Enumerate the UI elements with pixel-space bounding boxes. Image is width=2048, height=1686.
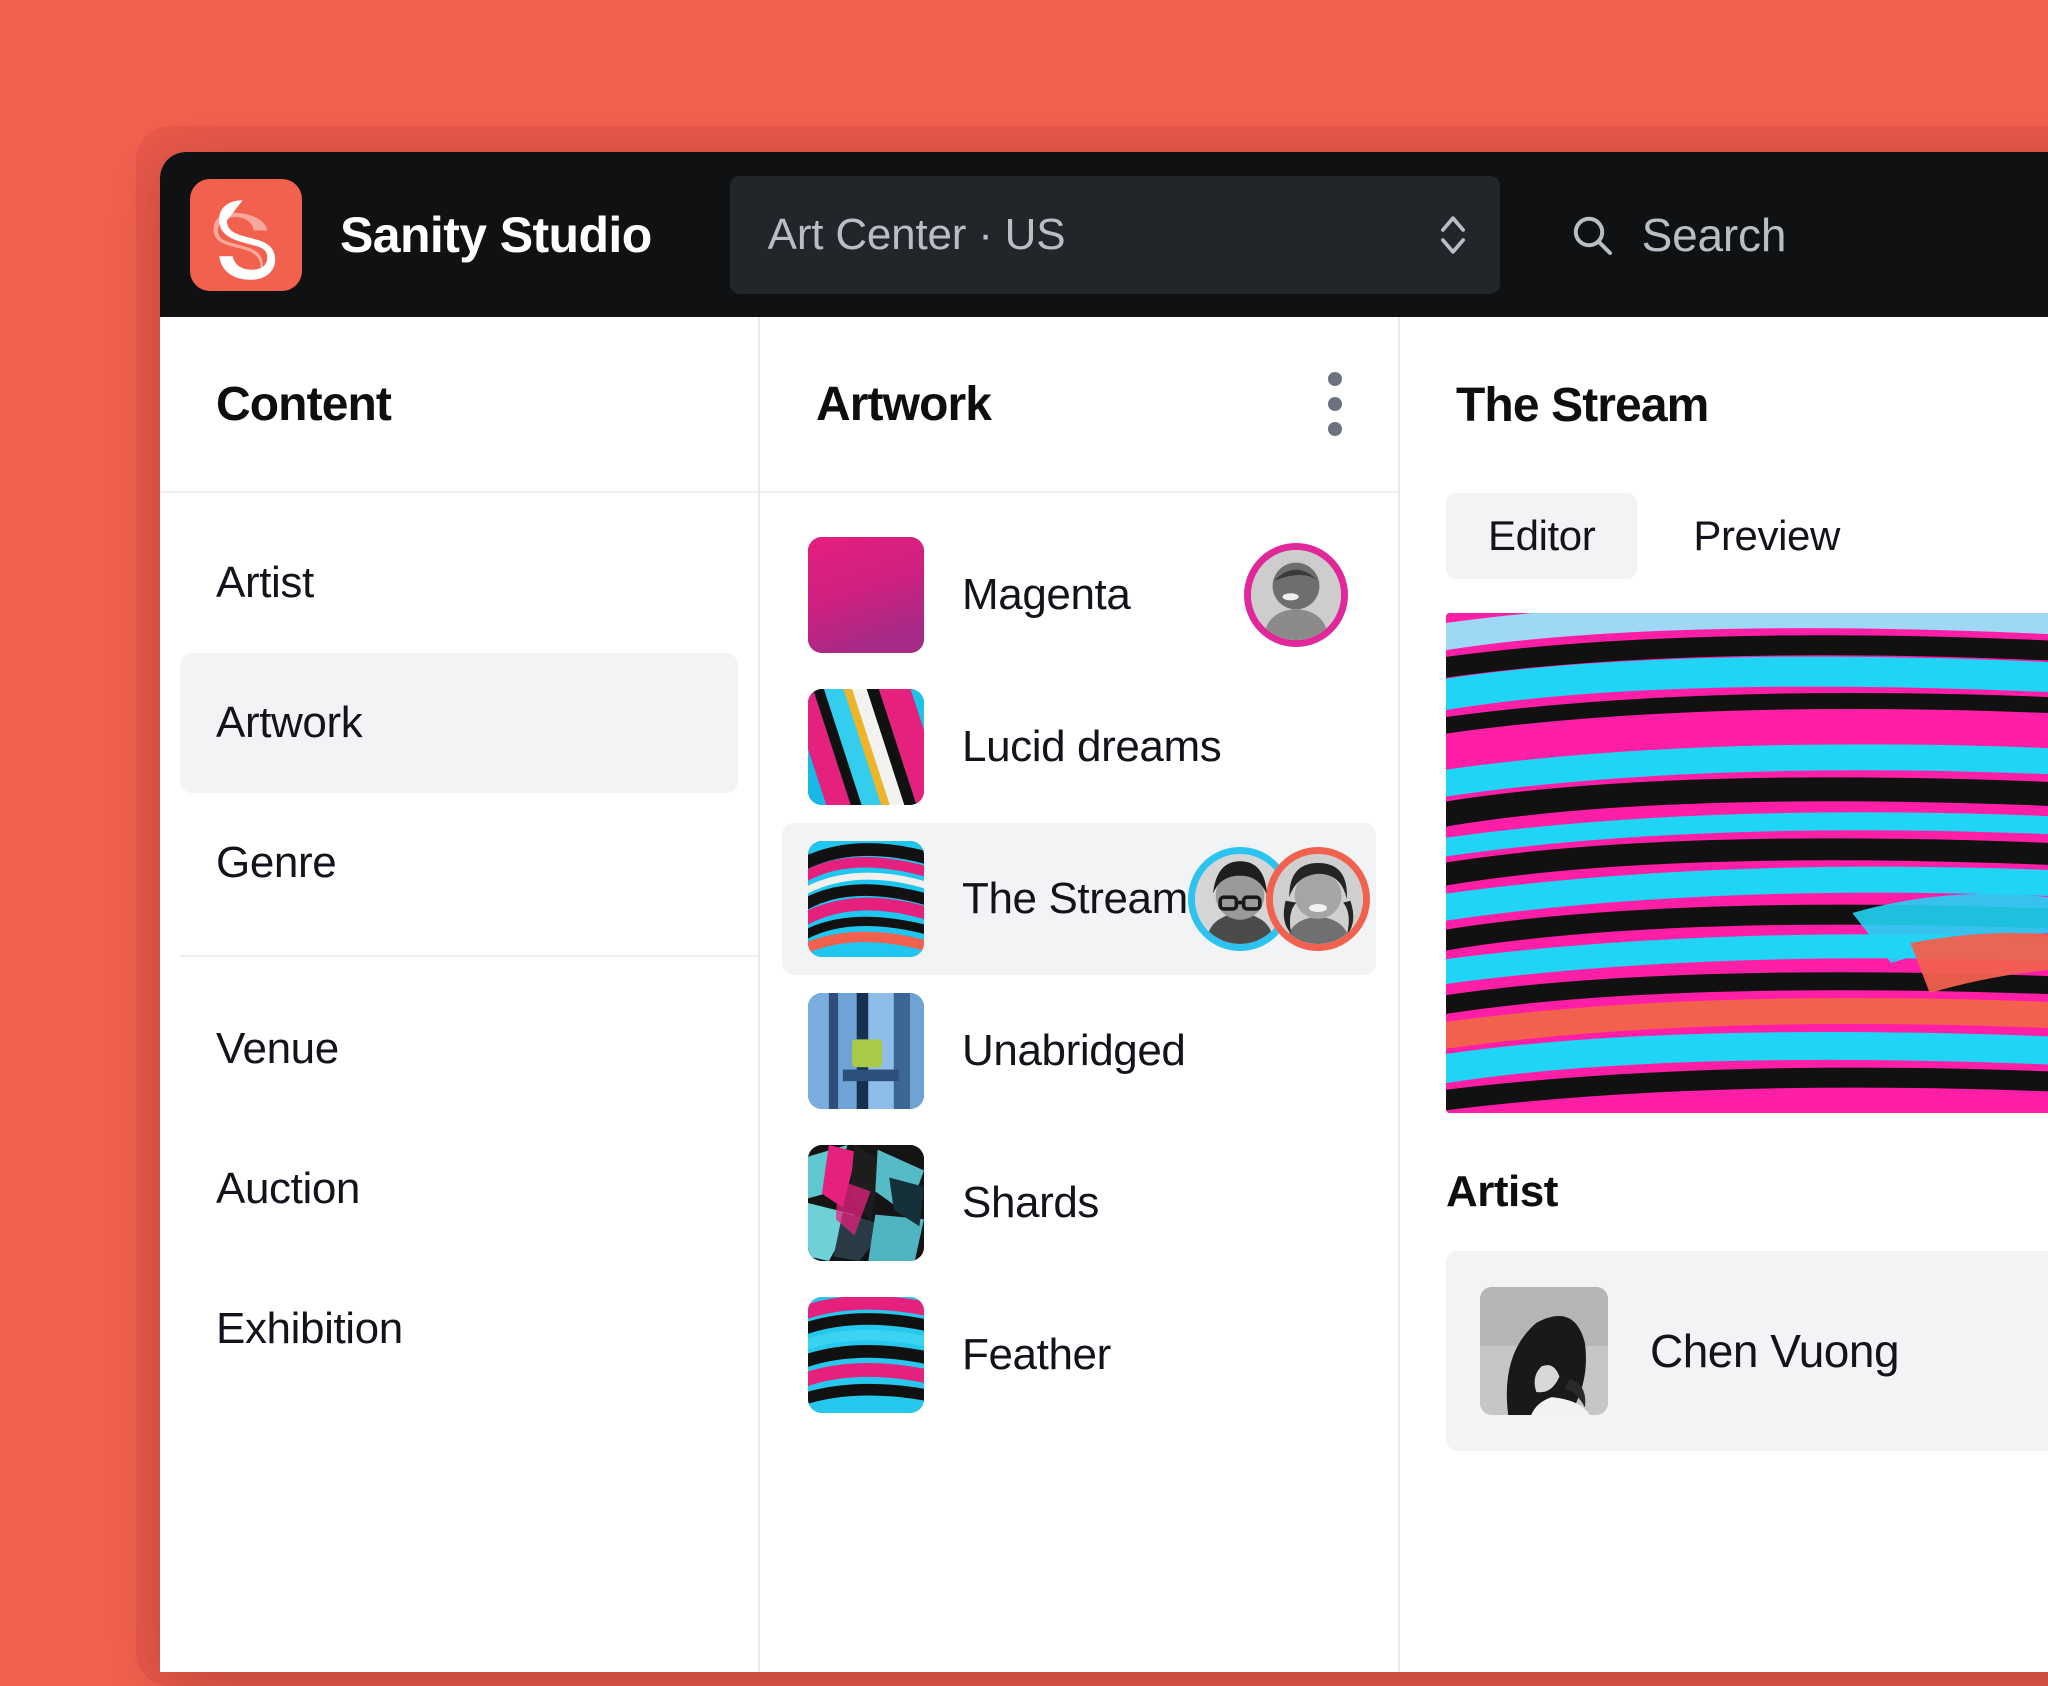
sidebar-item-label: Auction [216,1164,360,1214]
tab-label: Editor [1488,512,1595,560]
artist-name: Chen Vuong [1650,1324,1899,1378]
global-search[interactable]: Search [1568,208,2048,262]
page-backdrop: Sanity Studio Art Center · US Search [0,0,2048,1539]
content-pane-title: Content [216,377,702,432]
list-item[interactable]: The Stream [782,823,1376,975]
artwork-list: Magenta [760,493,1398,1431]
sidebar-item-artist[interactable]: Artist [180,513,738,653]
sidebar-item-label: Genre [216,838,336,888]
artist-reference-card[interactable]: Chen Vuong [1446,1251,2048,1451]
sidebar-item-venue[interactable]: Venue [180,979,738,1119]
artwork-title: Unabridged [962,1026,1348,1076]
collaborator-avatars [1244,543,1348,647]
artwork-thumbnail [808,841,924,957]
document-pane: The Stream Editor Preview [1400,317,2048,1672]
workspace-selector[interactable]: Art Center · US [730,176,1500,294]
workspace-label: Art Center · US [768,210,1436,260]
artwork-thumbnail [808,1145,924,1261]
content-pane-header: Content [160,317,758,493]
artwork-thumbnail [808,689,924,805]
sidebar-divider [180,955,758,957]
artwork-pane-title: Artwork [816,377,1328,432]
kebab-menu-icon[interactable] [1328,372,1342,436]
artwork-thumbnail [808,1297,924,1413]
artwork-pane: Artwork [760,317,1398,1672]
list-item[interactable]: Unabridged [782,975,1376,1127]
content-type-list: Artist Artwork Genre Venue Auction [160,493,758,1399]
tab-preview[interactable]: Preview [1651,493,1882,579]
content-pane: Content Artist Artwork Genre Venue [160,317,758,1672]
sidebar-item-auction[interactable]: Auction [180,1119,738,1259]
list-item[interactable]: Feather [782,1279,1376,1431]
artwork-title: Magenta [962,570,1244,620]
search-input[interactable]: Search [1642,208,1787,262]
tab-label: Preview [1693,512,1840,560]
sanity-logo-icon[interactable] [190,179,302,291]
top-navbar: Sanity Studio Art Center · US Search [160,152,2048,317]
artwork-thumbnail [808,993,924,1109]
pane-group: Content Artist Artwork Genre Venue [160,317,2048,1672]
document-pane-header: The Stream [1400,317,2048,493]
sidebar-item-label: Exhibition [216,1304,403,1354]
artwork-thumbnail [808,537,924,653]
sidebar-item-label: Venue [216,1024,339,1074]
studio-window: Sanity Studio Art Center · US Search [160,152,2048,1672]
list-item[interactable]: Lucid dreams [782,671,1376,823]
sidebar-item-exhibition[interactable]: Exhibition [180,1259,738,1399]
artwork-title: The Stream [962,874,1188,924]
collaborator-avatars [1188,847,1370,951]
artwork-title: Lucid dreams [962,722,1348,772]
search-icon [1568,211,1616,259]
app-title: Sanity Studio [340,206,652,264]
avatar[interactable] [1244,543,1348,647]
document-hero-image [1446,613,2048,1113]
document-tabs: Editor Preview [1400,493,2048,579]
artwork-title: Feather [962,1330,1348,1380]
artwork-pane-header: Artwork [760,317,1398,493]
sidebar-item-artwork[interactable]: Artwork [180,653,738,793]
sidebar-item-label: Artist [216,558,314,608]
list-item[interactable]: Shards [782,1127,1376,1279]
sidebar-item-genre[interactable]: Genre [180,793,738,933]
artist-thumbnail [1480,1287,1608,1415]
avatar[interactable] [1266,847,1370,951]
sidebar-item-label: Artwork [216,698,362,748]
artwork-title: Shards [962,1178,1348,1228]
page-title: The Stream [1456,378,1708,433]
artist-field-label: Artist [1446,1167,2048,1217]
tab-editor[interactable]: Editor [1446,493,1637,579]
chevron-up-down-icon [1436,208,1470,262]
list-item[interactable]: Magenta [782,519,1376,671]
